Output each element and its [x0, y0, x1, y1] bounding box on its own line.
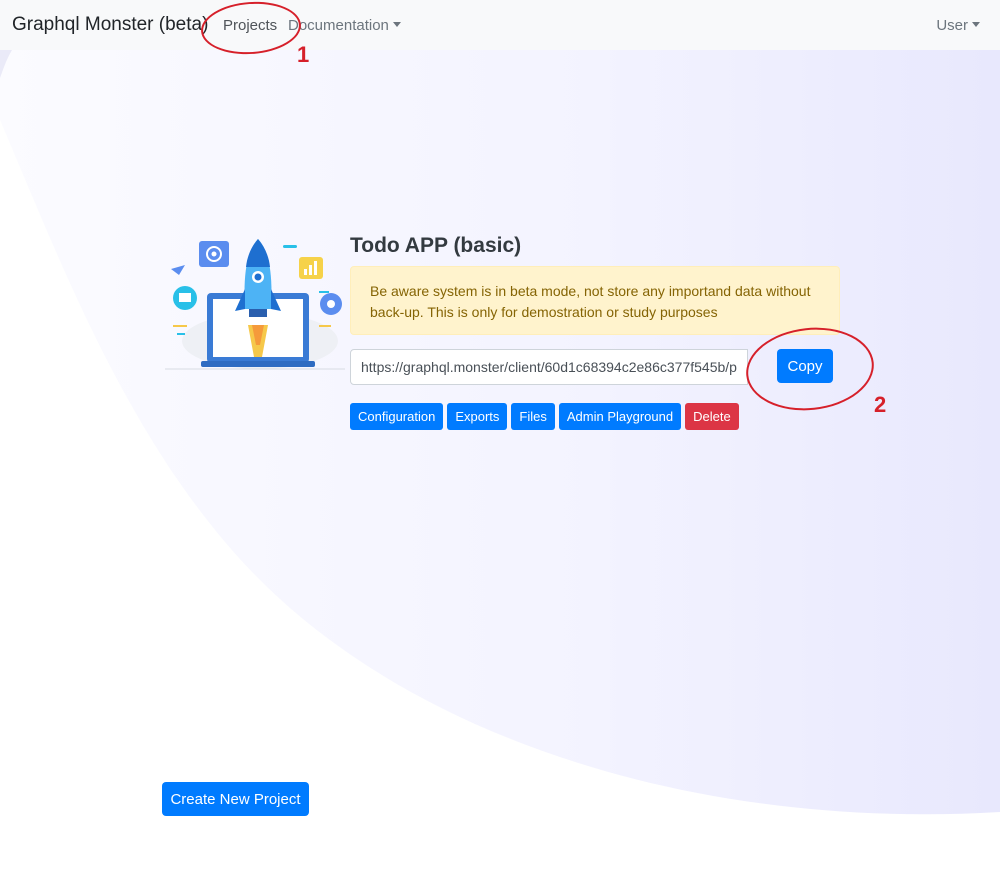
- nav-projects-link[interactable]: Projects: [223, 17, 277, 34]
- nav-user-dropdown[interactable]: User: [936, 17, 980, 34]
- delete-project-button[interactable]: Delete: [685, 403, 739, 430]
- create-new-project-button[interactable]: Create New Project: [162, 782, 309, 816]
- exports-button[interactable]: Exports: [447, 403, 508, 430]
- admin-playground-button[interactable]: Admin Playground: [558, 403, 682, 430]
- copy-url-button[interactable]: Copy: [777, 349, 833, 383]
- brand-logo-text[interactable]: Graphql Monster (beta): [12, 14, 208, 36]
- chevron-down-icon: [972, 22, 980, 27]
- annotation-number-2: 2: [874, 392, 887, 417]
- annotation-number-1: 1: [297, 42, 310, 67]
- nav-user-label: User: [936, 17, 968, 34]
- background-decoration: [0, 50, 1000, 815]
- chevron-down-icon: [392, 22, 401, 27]
- client-url-input[interactable]: [350, 349, 748, 385]
- nav-documentation-label: Documentation: [288, 17, 389, 34]
- beta-warning-alert: Be aware system is in beta mode, not sto…: [350, 266, 840, 335]
- rocket-launch-illustration: [165, 239, 345, 370]
- configuration-button[interactable]: Configuration: [350, 403, 444, 430]
- top-navbar: Graphql Monster (beta) Projects Document…: [0, 0, 1000, 50]
- project-actions: Configuration Exports Files Admin Playgr…: [350, 403, 739, 430]
- files-button[interactable]: Files: [511, 403, 555, 430]
- project-title: Todo APP (basic): [350, 234, 522, 257]
- nav-documentation-dropdown[interactable]: Documentation: [288, 17, 401, 34]
